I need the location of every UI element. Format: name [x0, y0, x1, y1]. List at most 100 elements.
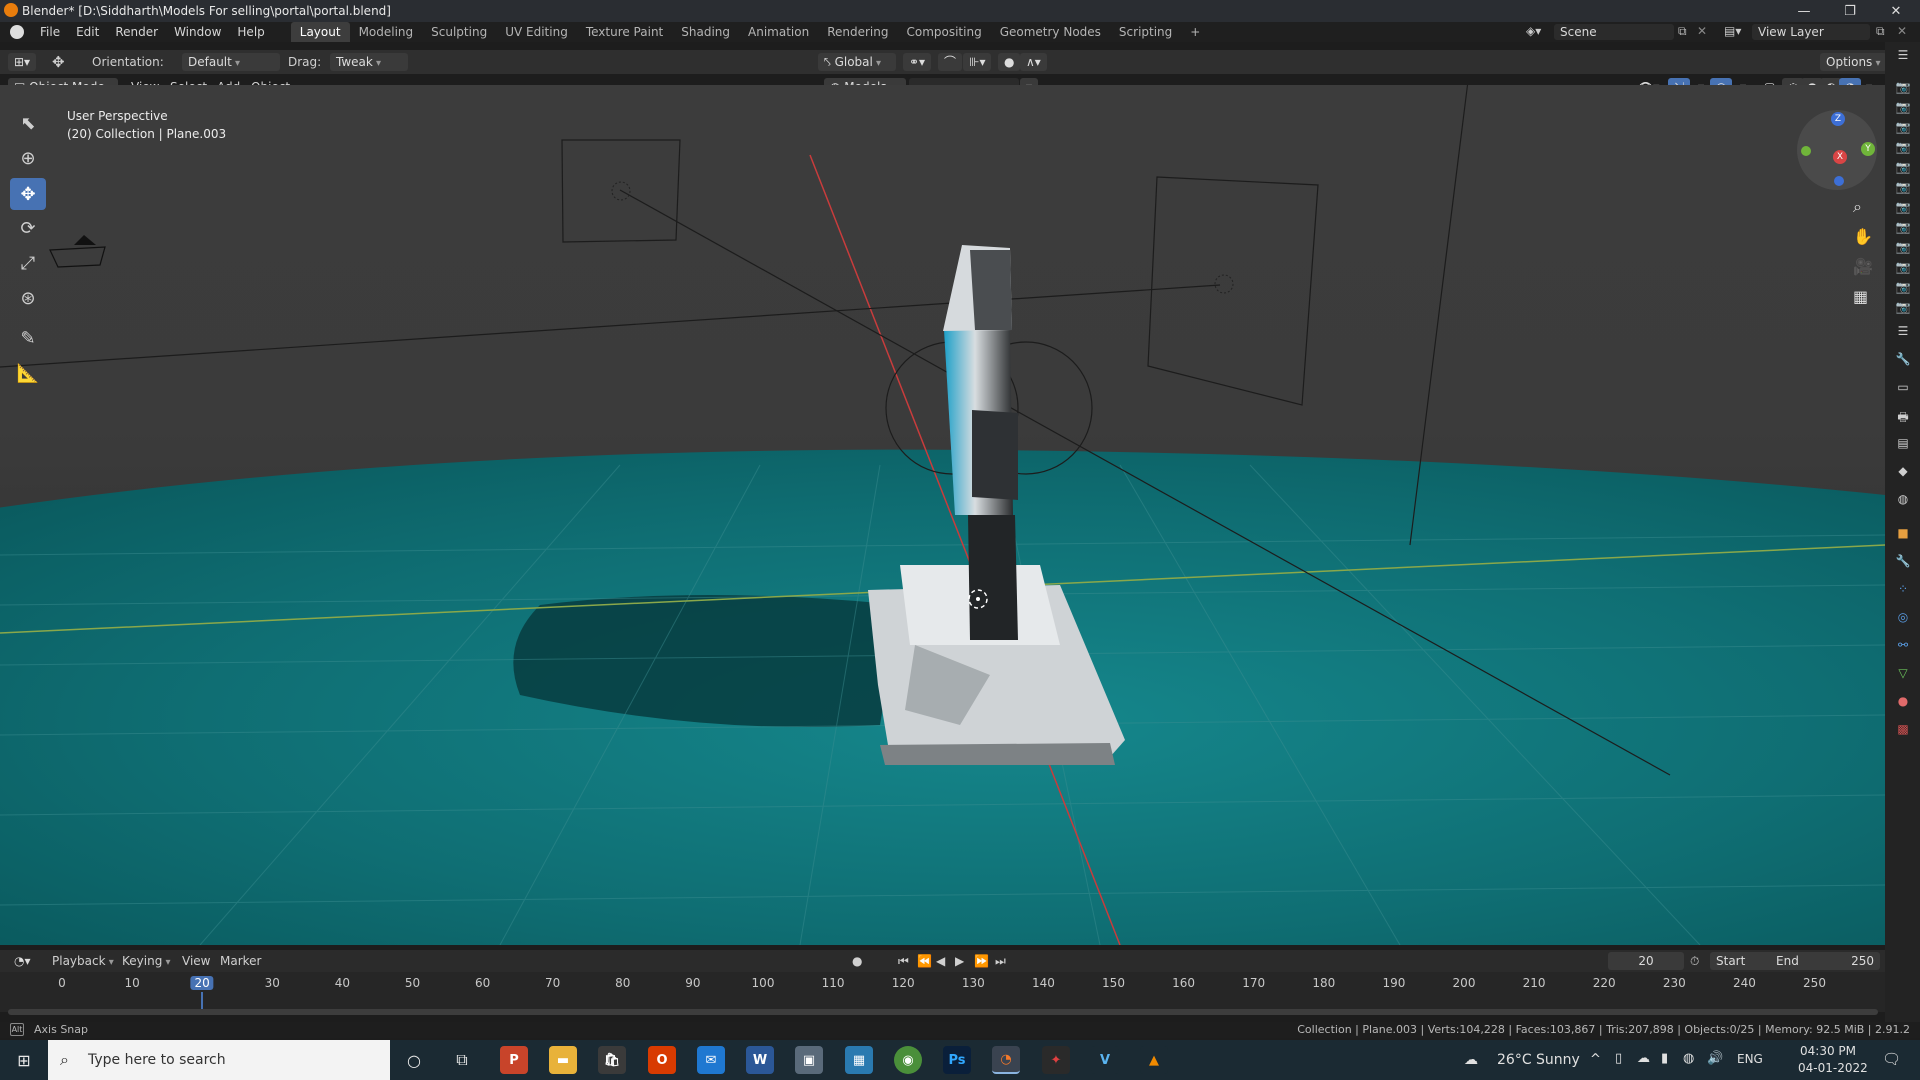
tab-geometry-nodes[interactable]: Geometry Nodes	[991, 22, 1110, 42]
render-visibility-icon[interactable]: 📷	[1894, 100, 1912, 116]
file-explorer-icon[interactable]: ▬	[549, 1046, 577, 1074]
battery-icon[interactable]: ▮	[1661, 1051, 1668, 1066]
volume-icon[interactable]: 🔊	[1707, 1051, 1723, 1066]
options-dropdown[interactable]: Options	[1820, 53, 1887, 71]
tab-compositing[interactable]: Compositing	[897, 22, 990, 42]
transform-orientation-dropdown[interactable]: ⤣ Global	[818, 53, 896, 71]
blender-menu-icon[interactable]	[10, 25, 24, 39]
language-indicator[interactable]: ENG	[1737, 1052, 1763, 1066]
modifier-props-icon[interactable]: 🔧	[1894, 554, 1912, 570]
playhead-line[interactable]	[201, 992, 204, 1010]
tab-shading[interactable]: Shading	[672, 22, 739, 42]
particles-props-icon[interactable]: ⁘	[1894, 582, 1912, 598]
render-visibility-icon[interactable]: 📷	[1894, 200, 1912, 216]
taskbar-search-box[interactable]: ⌕ Type here to search	[48, 1040, 390, 1080]
timeline-scrollbar[interactable]	[8, 1009, 1878, 1015]
zoom-icon[interactable]: ⌕	[1853, 197, 1862, 217]
pan-hand-icon[interactable]: ✋	[1853, 227, 1873, 246]
view-layer-props-icon[interactable]: ▤	[1894, 436, 1912, 452]
editor-type-button[interactable]: ⊞▾	[8, 53, 37, 71]
app-icon[interactable]: ▣	[795, 1046, 823, 1074]
tab-layout[interactable]: Layout	[290, 22, 350, 42]
output-props-icon[interactable]: 🖶	[1894, 408, 1912, 424]
proportional-falloff-dropdown[interactable]: ∧▾	[1020, 53, 1047, 71]
render-props-icon[interactable]: ▭	[1894, 380, 1912, 396]
new-view-layer-icon[interactable]: ⧉	[1876, 24, 1885, 39]
view-layer-field[interactable]: View Layer	[1752, 24, 1870, 40]
proportional-edit-toggle[interactable]: ●	[998, 53, 1021, 71]
render-visibility-icon[interactable]: 📷	[1894, 160, 1912, 176]
scene-field[interactable]: Scene	[1554, 24, 1674, 40]
task-view-icon[interactable]: ⧉	[448, 1046, 476, 1074]
properties-type-icon[interactable]: ☰	[1894, 324, 1912, 340]
gizmo-neg-y[interactable]	[1801, 146, 1811, 156]
menu-edit[interactable]: Edit	[68, 22, 107, 42]
outliner-type-icon[interactable]: ☰	[1894, 48, 1912, 64]
timeline-menu-keying[interactable]: Keying	[122, 952, 171, 970]
word-icon[interactable]: W	[746, 1046, 774, 1074]
jump-end-icon[interactable]: ⏭	[995, 952, 1006, 970]
cursor-tool-button[interactable]: ⊕	[10, 142, 46, 174]
new-scene-icon[interactable]: ⧉	[1678, 24, 1687, 39]
camera-view-icon[interactable]: 🎥	[1853, 257, 1873, 276]
annotate-tool-button[interactable]: ✎	[10, 322, 46, 354]
snap-target-dropdown[interactable]: ⊪▾	[963, 53, 992, 71]
jump-key-forward-icon[interactable]: ⏩	[974, 952, 989, 970]
weather-icon[interactable]: ☁	[1464, 1052, 1478, 1068]
jump-key-back-icon[interactable]: ⏪	[917, 952, 932, 970]
rotate-tool-button[interactable]: ⟳	[10, 212, 46, 244]
add-workspace-icon[interactable]: +	[1181, 22, 1209, 42]
menu-window[interactable]: Window	[166, 22, 229, 42]
current-frame-field[interactable]: 20	[1608, 952, 1684, 970]
move-tool-button[interactable]: ✥	[10, 178, 46, 210]
material-props-icon[interactable]: ●	[1894, 694, 1912, 710]
render-visibility-icon[interactable]: 📷	[1894, 260, 1912, 276]
tab-rendering[interactable]: Rendering	[818, 22, 897, 42]
3d-viewport[interactable]: User Perspective (20) Collection | Plane…	[0, 85, 1885, 945]
transform-tool-button[interactable]: ⊛	[10, 282, 46, 314]
powerpoint-icon[interactable]: P	[500, 1046, 528, 1074]
render-visibility-icon[interactable]: 📷	[1894, 300, 1912, 316]
tray-chevron-icon[interactable]: ^	[1590, 1052, 1601, 1067]
onedrive-icon[interactable]: ☁	[1637, 1051, 1650, 1066]
end-frame-field[interactable]: End 250	[1770, 952, 1880, 970]
mail-icon[interactable]: ✉	[697, 1046, 725, 1074]
render-visibility-icon[interactable]: 📷	[1894, 240, 1912, 256]
scale-tool-button[interactable]: ⤢	[10, 247, 46, 279]
tab-sculpting[interactable]: Sculpting	[422, 22, 496, 42]
constraints-props-icon[interactable]: ⚯	[1894, 638, 1912, 654]
render-visibility-icon[interactable]: 📷	[1894, 80, 1912, 96]
notification-icon[interactable]: 🗨	[1882, 1050, 1901, 1068]
render-visibility-icon[interactable]: 📷	[1894, 120, 1912, 136]
texture-props-icon[interactable]: ▩	[1894, 722, 1912, 738]
photoshop-icon[interactable]: Ps	[943, 1046, 971, 1074]
data-props-icon[interactable]: ▽	[1894, 666, 1912, 682]
timeline-menu-marker[interactable]: Marker	[220, 952, 261, 970]
stopwatch-icon[interactable]: ⏱	[1690, 952, 1699, 970]
cortana-icon[interactable]: ○	[400, 1046, 428, 1074]
jump-start-icon[interactable]: ⏮	[898, 952, 909, 970]
world-props-icon[interactable]: ◍	[1894, 492, 1912, 508]
app2-icon[interactable]: ▦	[845, 1046, 873, 1074]
snap-toggle[interactable]: ⌒	[938, 53, 963, 71]
object-props-icon[interactable]: ■	[1894, 526, 1912, 542]
timeline-menu-playback[interactable]: Playback	[52, 952, 114, 970]
render-visibility-icon[interactable]: 📷	[1894, 180, 1912, 196]
view-layer-icon[interactable]: ▤▾	[1724, 24, 1741, 38]
timeline-editor-type[interactable]: ◔▾	[8, 952, 37, 970]
start-button[interactable]: ⊞	[10, 1046, 38, 1074]
pivot-point-button[interactable]: ⚭▾	[903, 53, 932, 71]
weather-text[interactable]: 26°C Sunny	[1497, 1052, 1580, 1068]
measure-tool-button[interactable]: 📐	[10, 357, 46, 389]
menu-help[interactable]: Help	[229, 22, 272, 42]
play-reverse-icon[interactable]: ◀	[936, 952, 945, 970]
menu-render[interactable]: Render	[107, 22, 166, 42]
scene-icon[interactable]: ◈▾	[1526, 24, 1541, 38]
render-visibility-icon[interactable]: 📷	[1894, 280, 1912, 296]
gizmo-neg-z[interactable]	[1834, 176, 1844, 186]
clock-time[interactable]: 04:30 PM	[1800, 1044, 1856, 1058]
gizmo-y-axis[interactable]: Y	[1861, 142, 1875, 156]
delete-view-layer-icon[interactable]: ✕	[1897, 24, 1907, 38]
menu-file[interactable]: File	[32, 22, 68, 42]
tab-animation[interactable]: Animation	[739, 22, 818, 42]
